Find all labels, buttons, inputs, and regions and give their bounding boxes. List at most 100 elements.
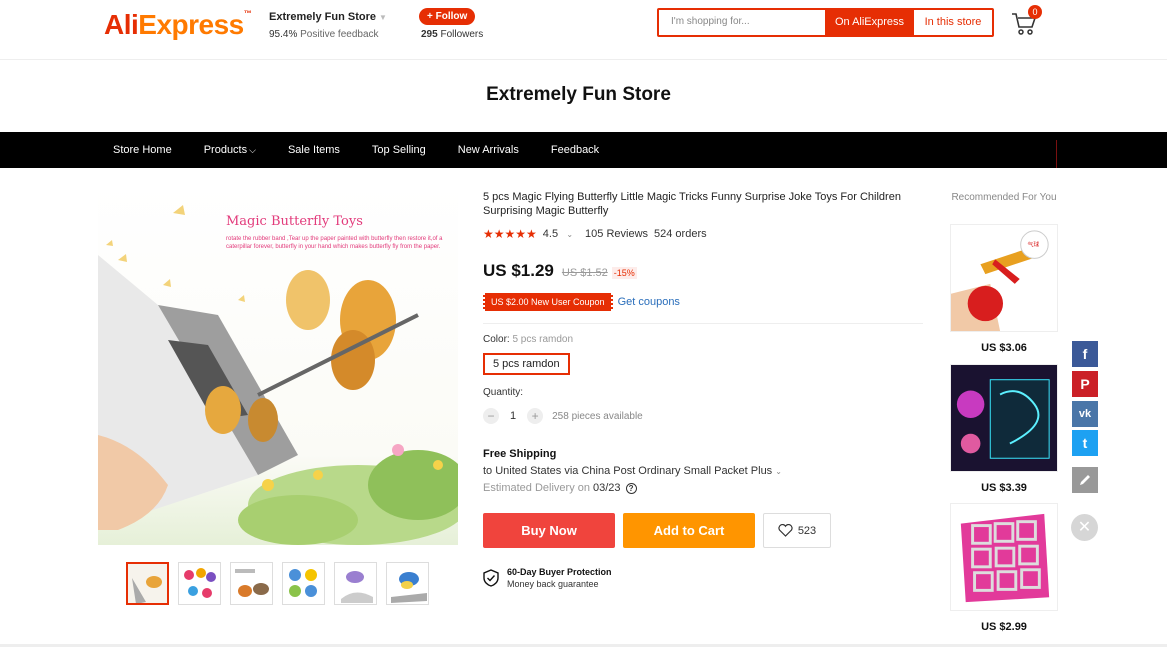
store-name: Extremely Fun Store [269, 11, 376, 23]
nav-products[interactable]: Products ⌵ [188, 132, 272, 168]
rating-number: 4.5 [542, 228, 559, 240]
product-title: 5 pcs Magic Flying Butterfly Little Magi… [483, 191, 901, 217]
positive-feedback: 95.4% Positive feedback [269, 29, 387, 40]
delivery-label: Estimated Delivery on [483, 482, 590, 494]
recommended-item[interactable]: US $3.39 [950, 364, 1058, 494]
wishlist-button[interactable]: 523 [763, 513, 831, 548]
buy-now-button[interactable]: Buy Now [483, 513, 615, 548]
nav-new-arrivals[interactable]: New Arrivals [442, 132, 535, 168]
quantity-label: Quantity: [483, 387, 524, 398]
search-store-button[interactable]: In this store [914, 10, 992, 35]
quantity-value[interactable]: 1 [510, 410, 516, 422]
feedback-label: Positive feedback [300, 29, 379, 40]
new-user-coupon[interactable]: US $2.00 New User Coupon [483, 293, 613, 311]
shipping-title: Free Shipping [483, 448, 557, 460]
recommended-image[interactable] [950, 364, 1058, 472]
chevron-down-icon: ⌄ [564, 230, 574, 239]
star-rating-icon: ★★★★★ [483, 227, 537, 241]
nav-accent-line [1056, 140, 1057, 168]
get-coupons-link[interactable]: Get coupons [618, 296, 680, 308]
edit-icon[interactable] [1072, 467, 1098, 493]
price-row: US $1.29 US $1.52 -15% [483, 261, 923, 281]
thumbnail-4[interactable] [282, 562, 325, 605]
followers-count: 295 Followers [421, 29, 483, 40]
logo-text-ali: Ali [104, 9, 139, 40]
recommended-price: US $2.99 [981, 621, 1027, 633]
product-details: 5 pcs Magic Flying Butterfly Little Magi… [483, 190, 923, 590]
delivery-date: 03/23 [593, 482, 621, 494]
follow-button[interactable]: + Follow [419, 8, 476, 25]
svg-text:气球: 气球 [1028, 241, 1040, 249]
original-price: US $1.52 [561, 267, 608, 279]
shield-check-icon [483, 569, 499, 587]
color-option-selected[interactable]: 5 pcs ramdon [483, 353, 570, 375]
recommended-item[interactable]: US $2.99 [950, 503, 1058, 633]
chevron-down-icon: ⌵ [249, 145, 256, 155]
recommended-image[interactable]: 气球 [950, 224, 1058, 332]
logo-text-express: Express [138, 9, 244, 40]
close-icon[interactable]: ✕ [1071, 514, 1098, 541]
logo-trademark: ™ [243, 9, 252, 18]
thumbnail-3[interactable] [230, 562, 273, 605]
current-price: US $1.29 [483, 261, 554, 280]
heart-icon [778, 524, 793, 537]
shipping-method-text: to United States via China Post Ordinary… [483, 465, 773, 477]
add-to-cart-button[interactable]: Add to Cart [623, 513, 755, 548]
divider [483, 323, 923, 324]
quantity-stepper: − 1 + 258 pieces available [483, 408, 923, 424]
rating-row: ★★★★★ 4.5 ⌄ 105 Reviews 524 orders [483, 227, 923, 241]
thumbnail-2[interactable] [178, 562, 221, 605]
color-selected-value: 5 pcs ramdon [512, 334, 574, 345]
wishlist-count: 523 [797, 524, 817, 537]
nav-feedback[interactable]: Feedback [535, 132, 615, 168]
thumbnail-6[interactable] [386, 562, 429, 605]
main-image-caption: rotate the rubber band ,Tear up the pape… [226, 236, 443, 250]
reviews-count[interactable]: 105 Reviews [585, 228, 648, 240]
store-info: Extremely Fun Store ▼ 95.4% Positive feed… [269, 11, 387, 40]
store-nav: Store Home Products ⌵ Sale Items Top Sell… [0, 132, 1167, 168]
rating-value[interactable]: 4.5 ⌄ [543, 228, 579, 240]
protection-subtitle: Money back guarantee [507, 579, 599, 589]
recommended-price: US $3.39 [981, 482, 1027, 494]
recommended-image[interactable] [950, 503, 1058, 611]
search-input[interactable]: I'm shopping for... [659, 10, 825, 35]
nav-store-home[interactable]: Store Home [97, 132, 188, 168]
recommended-item[interactable]: 气球 US $3.06 [950, 224, 1058, 354]
action-buttons: Buy Now Add to Cart 523 [483, 513, 923, 548]
followers-label: Followers [440, 29, 484, 40]
search-aliexpress-button[interactable]: On AliExpress [825, 10, 914, 35]
image-thumbnails [126, 562, 429, 605]
nav-top-selling[interactable]: Top Selling [356, 132, 442, 168]
recommended-title: Recommended For You [951, 192, 1057, 203]
search-bar: I'm shopping for... On AliExpress In thi… [657, 8, 994, 37]
vk-icon[interactable]: vk [1072, 401, 1098, 427]
color-label: Color: 5 pcs ramdon [483, 334, 923, 345]
thumbnail-5[interactable] [334, 562, 377, 605]
coupon-row: US $2.00 New User Coupon Get coupons [483, 293, 923, 311]
cart-count-badge: 0 [1028, 5, 1042, 19]
pinterest-icon[interactable]: P [1072, 371, 1098, 397]
estimated-delivery: Estimated Delivery on 03/23? [483, 482, 923, 494]
main-image-headline: Magic Butterfly Toys [226, 214, 363, 229]
twitter-icon[interactable]: t [1072, 430, 1098, 456]
top-header: AliExpress™ Extremely Fun Store ▼ 95.4% P… [0, 0, 1167, 60]
chevron-down-icon: ▼ [378, 13, 387, 22]
color-label-text: Color: [483, 334, 510, 345]
help-icon[interactable]: ? [625, 482, 637, 494]
shipping-method[interactable]: to United States via China Post Ordinary… [483, 465, 923, 477]
chevron-down-icon: ⌄ [775, 467, 782, 476]
store-name-link[interactable]: Extremely Fun Store ▼ [269, 11, 387, 23]
thumbnail-1[interactable] [126, 562, 169, 605]
quantity-increase-button[interactable]: + [527, 408, 544, 424]
nav-products-label: Products [203, 144, 248, 156]
nav-sale-items[interactable]: Sale Items [272, 132, 356, 168]
quantity-decrease-button[interactable]: − [483, 408, 499, 424]
recommended-price: US $3.06 [981, 342, 1027, 354]
feedback-percent: 95.4% [269, 29, 298, 40]
facebook-icon[interactable]: f [1072, 341, 1098, 367]
protection-title: 60-Day Buyer Protection [507, 567, 612, 577]
orders-count: 524 orders [654, 228, 707, 240]
aliexpress-logo[interactable]: AliExpress™ [104, 9, 252, 41]
discount-badge: -15% [611, 267, 637, 279]
store-banner-title: Extremely Fun Store [486, 84, 671, 105]
